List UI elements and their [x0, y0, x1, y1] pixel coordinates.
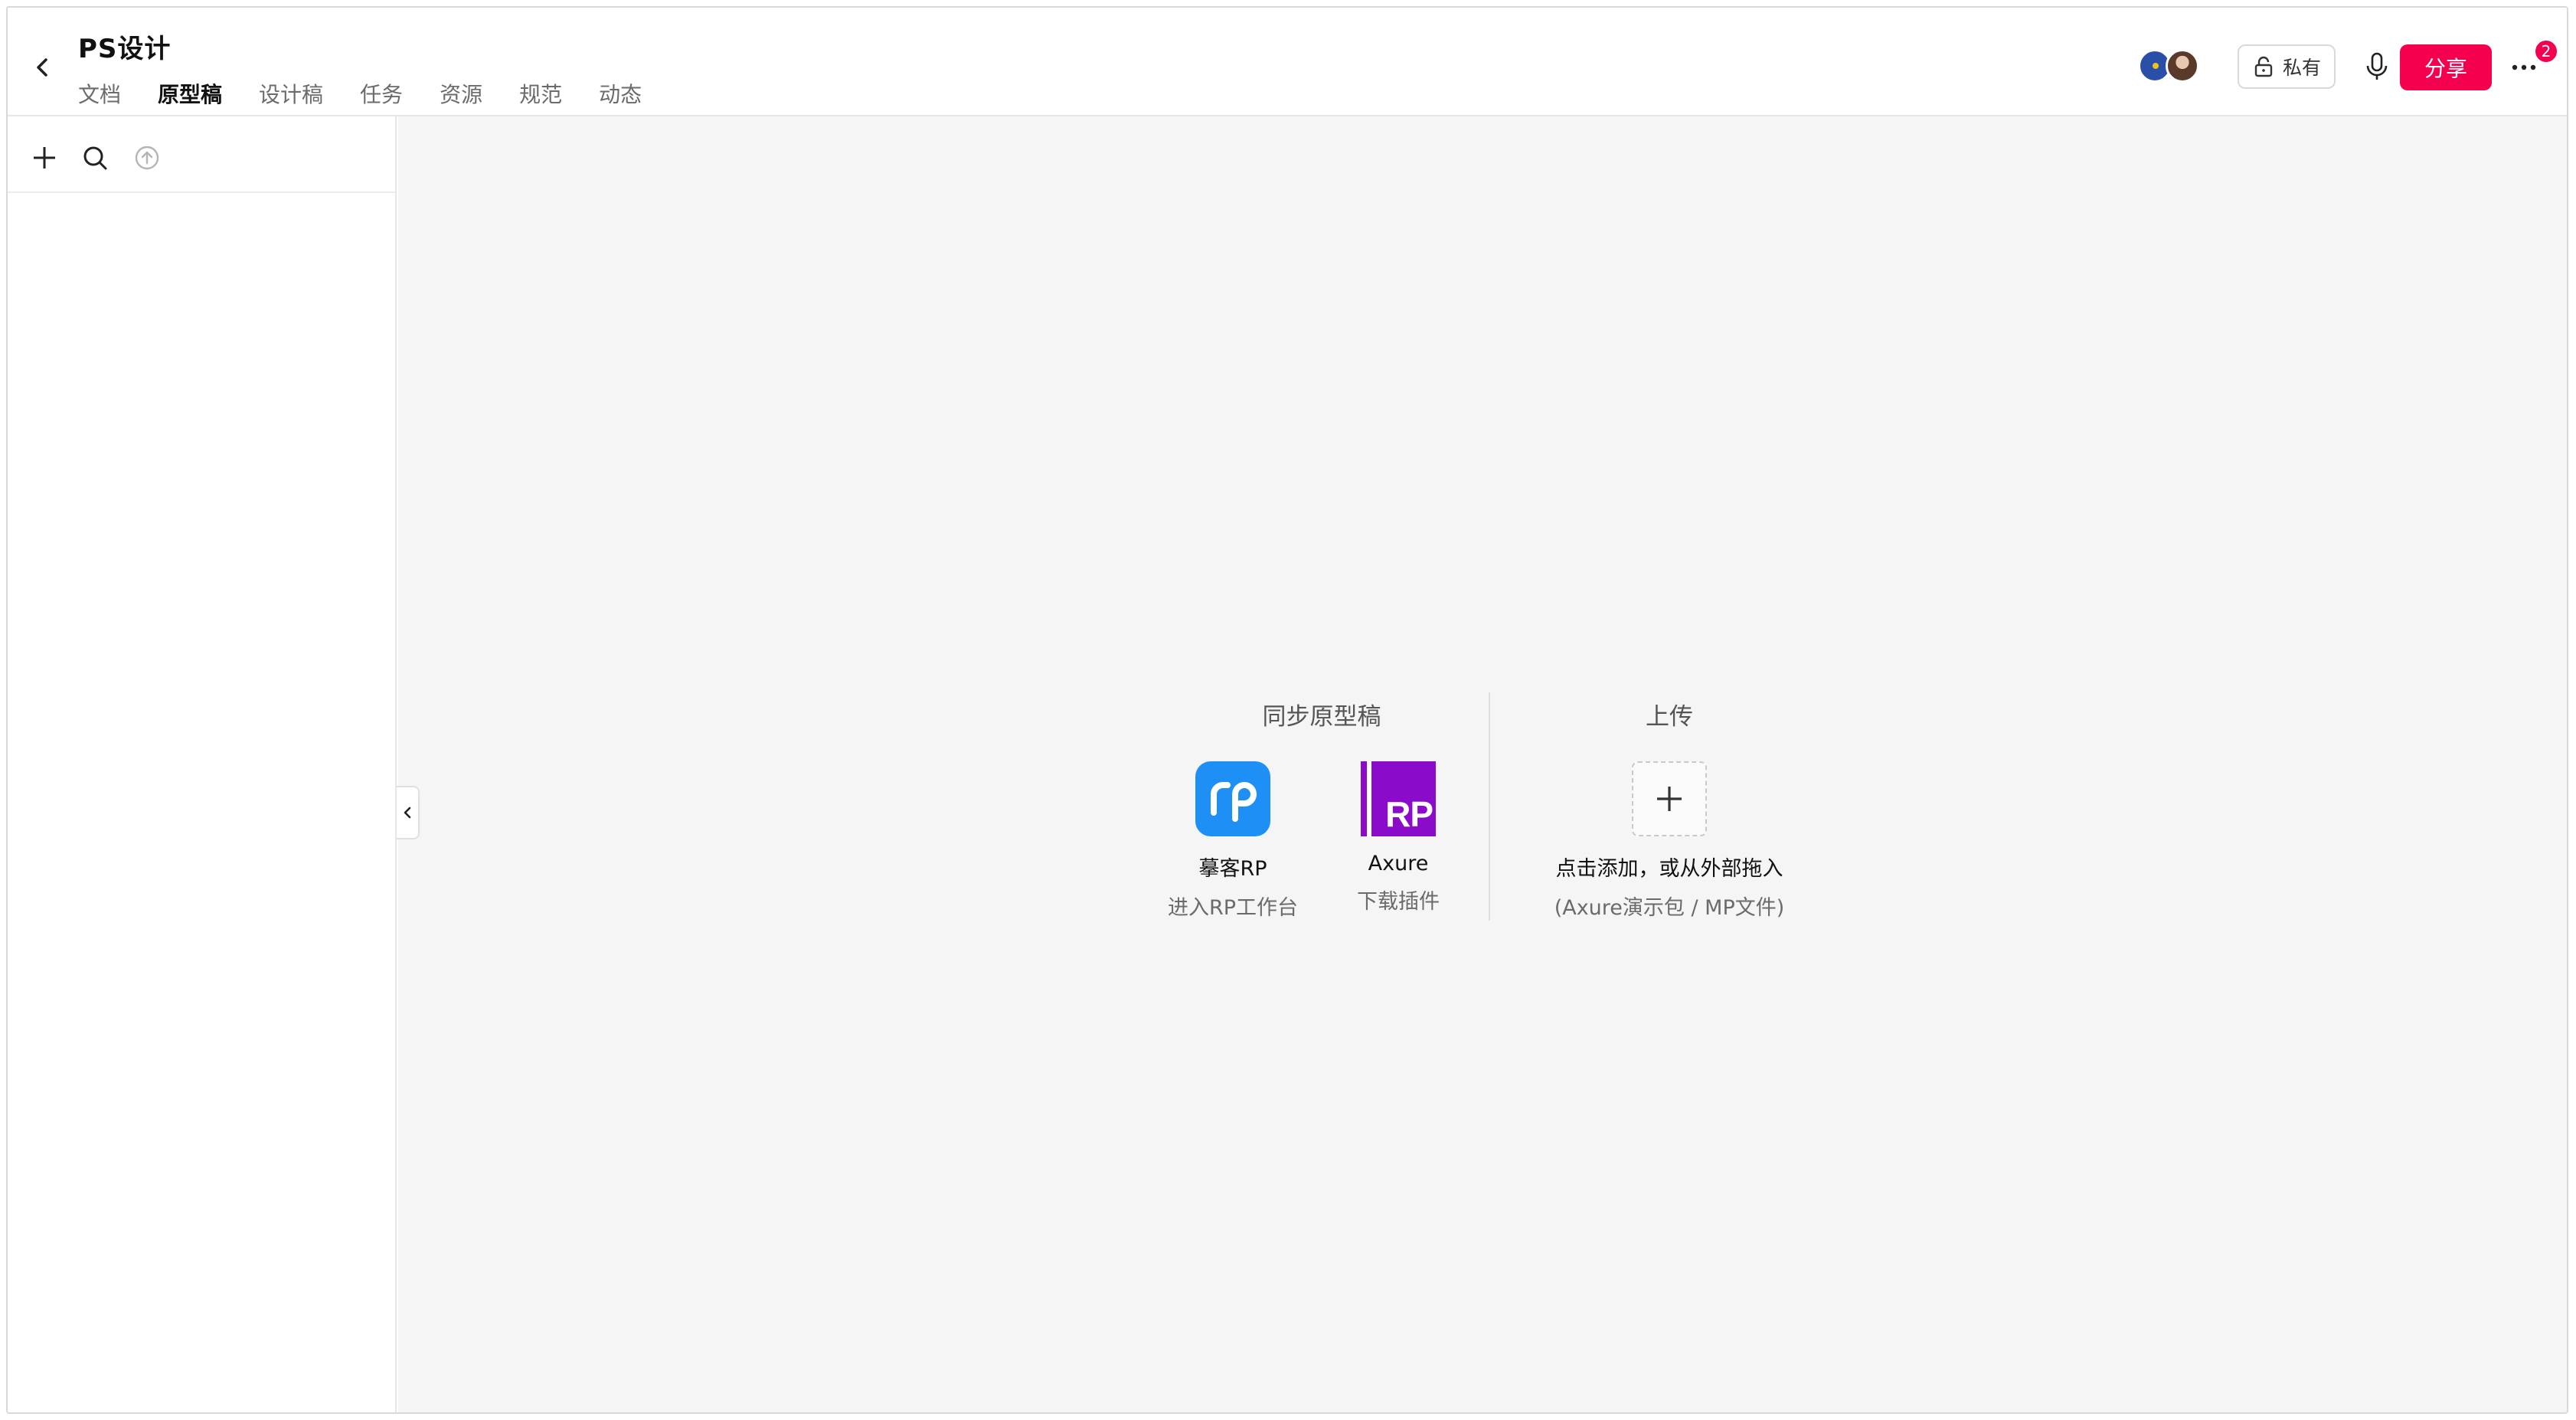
mockrp-tool[interactable]: 摹客RP 进入RP工作台 — [1156, 761, 1309, 921]
microphone-icon — [2366, 52, 2388, 80]
upload-circle-icon — [135, 146, 159, 170]
voice-button[interactable] — [2362, 49, 2392, 84]
app-window: PS设计 文档 原型稿 设计稿 任务 资源 规范 动态 私有 分享 2 同步原型… — [6, 6, 2568, 1414]
axure-logo-icon: RP — [1361, 761, 1436, 836]
tab-docs[interactable]: 文档 — [78, 78, 121, 119]
rp-logo-icon — [1195, 761, 1270, 836]
tool-subtitle: 下载插件 — [1357, 890, 1440, 914]
top-header: PS设计 文档 原型稿 设计稿 任务 资源 规范 动态 私有 分享 2 — [8, 8, 2567, 119]
tab-bar: 文档 原型稿 设计稿 任务 资源 规范 动态 — [78, 78, 678, 119]
add-button[interactable] — [31, 144, 58, 172]
notification-badge: 2 — [2533, 38, 2559, 64]
plus-icon — [1657, 787, 1682, 811]
axure-tool[interactable]: RP Axure 下载插件 — [1322, 761, 1475, 914]
main-canvas: 同步原型稿 摹客RP 进入RP工作台 RP Axure 下载插件 上传 点击添加… — [397, 116, 2567, 1412]
tool-name: 摹客RP — [1198, 857, 1267, 881]
privacy-label: 私有 — [2282, 57, 2321, 79]
upload-button[interactable] — [133, 144, 161, 172]
sync-section-title: 同步原型稿 — [1262, 703, 1381, 731]
empty-state: 同步原型稿 摹客RP 进入RP工作台 RP Axure 下载插件 上传 点击添加… — [398, 116, 2567, 1412]
tab-resources[interactable]: 资源 — [440, 78, 482, 119]
project-title: PS设计 — [78, 34, 172, 64]
member-avatars[interactable] — [2138, 49, 2207, 84]
sidebar — [8, 116, 397, 1412]
section-divider — [1489, 692, 1490, 921]
sidebar-toolbar — [8, 116, 395, 193]
avatar — [2166, 49, 2199, 83]
tool-subtitle: 进入RP工作台 — [1167, 896, 1299, 920]
tab-specs[interactable]: 规范 — [519, 78, 562, 119]
back-button[interactable] — [28, 52, 58, 83]
search-icon — [83, 146, 107, 170]
chevron-left-icon — [37, 58, 47, 77]
add-file-box[interactable] — [1632, 761, 1707, 836]
upload-dropzone[interactable]: 点击添加，或从外部拖入 (Axure演示包 / MP文件) — [1524, 761, 1815, 921]
search-button[interactable] — [81, 144, 109, 172]
plus-icon — [34, 147, 55, 169]
upload-hint-text: (Axure演示包 / MP文件) — [1554, 896, 1785, 920]
upload-action-text: 点击添加，或从外部拖入 — [1555, 857, 1783, 881]
tab-activity[interactable]: 动态 — [599, 78, 642, 119]
lock-icon — [2254, 56, 2273, 77]
tool-name: Axure — [1368, 852, 1429, 875]
tab-tasks[interactable]: 任务 — [360, 78, 403, 119]
privacy-button[interactable]: 私有 — [2238, 44, 2336, 89]
tab-designs[interactable]: 设计稿 — [259, 78, 323, 119]
share-button[interactable]: 分享 — [2400, 44, 2492, 90]
axure-logo-text: RP — [1385, 794, 1433, 834]
tab-prototypes[interactable]: 原型稿 — [158, 78, 223, 119]
upload-section-title: 上传 — [1646, 703, 1693, 731]
